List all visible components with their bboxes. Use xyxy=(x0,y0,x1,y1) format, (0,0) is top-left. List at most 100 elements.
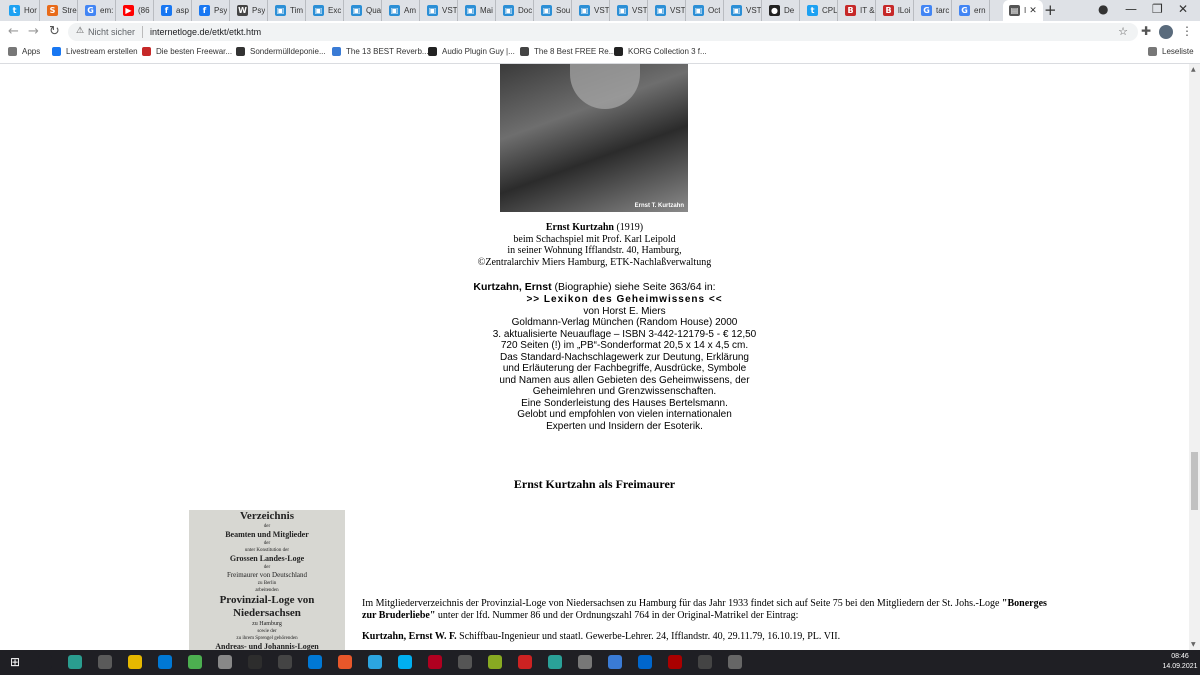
page-scrollbar[interactable]: ▲ ▼ xyxy=(1189,64,1200,650)
bookmark-item[interactable]: Audio Plugin Guy |... xyxy=(428,47,515,56)
reading-list-button[interactable]: Leseliste xyxy=(1148,47,1194,56)
bookmark-item[interactable]: Apps xyxy=(8,47,40,56)
tab[interactable]: ▣ Qua xyxy=(345,0,382,21)
lexikon-line: Geheimlehren und Grenzwissenschaften. xyxy=(532,386,717,397)
tab[interactable]: ▣ Doc xyxy=(497,0,534,21)
taskbar-app-icon[interactable] xyxy=(548,655,562,669)
taskbar-app-icon[interactable] xyxy=(668,655,682,669)
tab[interactable]: ▣ VST xyxy=(725,0,762,21)
tab[interactable]: ▣ Tim xyxy=(269,0,306,21)
tab-title: (86 xyxy=(138,6,150,15)
bookmark-item[interactable]: Livestream erstellen xyxy=(52,47,138,56)
taskbar-app-icon[interactable] xyxy=(728,655,742,669)
taskbar-app-icon[interactable] xyxy=(278,655,292,669)
tab[interactable]: t Hor xyxy=(3,0,40,21)
close-tab-icon[interactable]: ✕ xyxy=(1029,6,1037,16)
tab[interactable]: BlLoi xyxy=(877,0,914,21)
bookmark-label: The 8 Best FREE Re... xyxy=(534,47,616,56)
taskbar-app-icon[interactable] xyxy=(68,655,82,669)
tab-search-icon[interactable]: ● xyxy=(1098,2,1108,16)
address-bar[interactable]: ⚠ Nicht sicher internetloge.de/etkt/etkt… xyxy=(68,23,1138,41)
extensions-icon[interactable]: ✚ xyxy=(1141,24,1151,38)
tab[interactable]: ▶ (86 xyxy=(117,0,154,21)
warning-icon[interactable]: ⚠ xyxy=(76,26,84,36)
scroll-thumb[interactable] xyxy=(1191,452,1198,510)
tab-favicon: t xyxy=(807,5,818,16)
taskbar-app-icon[interactable] xyxy=(158,655,172,669)
taskbar-app-icon[interactable] xyxy=(248,655,262,669)
menu-icon[interactable]: ⋮ xyxy=(1181,24,1193,38)
taskbar-app-icon[interactable] xyxy=(638,655,652,669)
scroll-up-icon[interactable]: ▲ xyxy=(1191,66,1196,73)
security-label[interactable]: Nicht sicher xyxy=(88,27,135,37)
tab[interactable]: ▣ VST xyxy=(611,0,648,21)
taskbar-app-icon[interactable] xyxy=(218,655,232,669)
lexikon-block: >> Lexikon des Geheimwissens << von Hors… xyxy=(0,294,1189,432)
tab[interactable]: ▣ VST xyxy=(421,0,458,21)
tab-title: Mai xyxy=(480,6,493,15)
taskbar-app-icon[interactable] xyxy=(608,655,622,669)
close-window-button[interactable]: ✕ xyxy=(1178,2,1188,16)
taskbar-app-icon[interactable] xyxy=(128,655,142,669)
taskbar-app-icon[interactable] xyxy=(428,655,442,669)
tab[interactable]: f Psy xyxy=(193,0,230,21)
tab[interactable]: ▣ Mai xyxy=(459,0,496,21)
tab-favicon: ▣ xyxy=(313,5,324,16)
lexikon-line: Das Standard-Nachschlagewerk zur Deutung… xyxy=(499,351,749,363)
caption-line: in seiner Wohnung Ifflandstr. 40, Hambur… xyxy=(507,245,682,256)
tab[interactable]: f asp xyxy=(155,0,192,21)
tab-favicon: ▣ xyxy=(693,5,704,16)
forward-icon[interactable]: → xyxy=(28,24,39,39)
tab[interactable]: t CPL xyxy=(801,0,838,21)
back-icon[interactable]: ← xyxy=(8,24,19,39)
taskbar-app-icon[interactable] xyxy=(188,655,202,669)
reload-icon[interactable]: ↻ xyxy=(49,24,60,39)
windows-start-icon[interactable]: ⊞ xyxy=(10,655,20,669)
bookmark-item[interactable]: KORG Collection 3 f... xyxy=(614,47,707,56)
tab[interactable]: Gtarc xyxy=(915,0,952,21)
bookmark-item[interactable]: The 8 Best FREE Re... xyxy=(520,47,615,56)
taskbar-app-icon[interactable] xyxy=(458,655,472,669)
tab[interactable]: ▣ Sou xyxy=(535,0,572,21)
bookmark-item[interactable]: Sondermülldeponie... xyxy=(236,47,326,56)
member-text: unter der lfd. Nummer 86 und der Ordnung… xyxy=(435,609,799,621)
taskbar-app-icon[interactable] xyxy=(518,655,532,669)
tab-favicon: ▶ xyxy=(123,5,134,16)
tab[interactable]: S Stre xyxy=(41,0,78,21)
taskbar-app-icon[interactable] xyxy=(338,655,352,669)
tab-favicon: G xyxy=(921,5,932,16)
taskbar-app-icon[interactable] xyxy=(578,655,592,669)
maximize-button[interactable]: ❐ xyxy=(1152,2,1163,16)
taskbar-app-icon[interactable] xyxy=(38,655,52,669)
profile-avatar[interactable] xyxy=(1159,25,1173,39)
entry-details: Schiffbau-Ingenieur und staatl. Gewerbe-… xyxy=(456,631,841,642)
tab[interactable]: W Psy xyxy=(231,0,268,21)
windows-taskbar: ⊞ xyxy=(0,650,1200,675)
taskbar-app-icon[interactable] xyxy=(698,655,712,669)
minimize-button[interactable]: — xyxy=(1125,2,1137,16)
bookmark-icon xyxy=(520,47,529,56)
tab[interactable]: ▣ Am xyxy=(383,0,420,21)
tab[interactable]: ▣ Exc xyxy=(307,0,344,21)
tab[interactable]: ● De xyxy=(763,0,800,21)
system-clock[interactable]: 08:46 14.09.2021 xyxy=(1160,652,1200,672)
tab[interactable]: ▣ VST xyxy=(649,0,686,21)
new-tab-button[interactable]: + xyxy=(1044,1,1057,19)
url-text[interactable]: internetloge.de/etkt/etkt.htm xyxy=(150,27,261,37)
tab-active[interactable]: ▤ I ✕ xyxy=(1003,0,1043,21)
taskbar-app-icon[interactable] xyxy=(398,655,412,669)
bookmark-item[interactable]: Die besten Freewar... xyxy=(142,47,232,56)
tab[interactable]: Gern xyxy=(953,0,990,21)
taskbar-app-icon[interactable] xyxy=(488,655,502,669)
bookmark-item[interactable]: The 13 BEST Reverb... xyxy=(332,47,429,56)
scroll-down-icon[interactable]: ▼ xyxy=(1191,641,1196,648)
bookmark-star-icon[interactable]: ☆ xyxy=(1118,25,1128,38)
tab[interactable]: Gem: xyxy=(79,0,116,21)
lexikon-link[interactable]: >> Lexikon des Geheimwissens << xyxy=(0,294,1189,306)
taskbar-app-icon[interactable] xyxy=(368,655,382,669)
taskbar-app-icon[interactable] xyxy=(98,655,112,669)
taskbar-app-icon[interactable] xyxy=(308,655,322,669)
tab[interactable]: ▣ VST xyxy=(573,0,610,21)
tab[interactable]: ▣ Oct xyxy=(687,0,724,21)
tab[interactable]: B IT & xyxy=(839,0,876,21)
